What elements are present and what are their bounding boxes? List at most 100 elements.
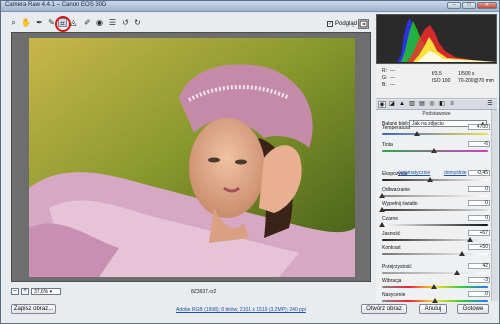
zoom-select[interactable]: 37,6% ▾ xyxy=(31,288,61,295)
slider-value-field[interactable]: 0 xyxy=(468,291,490,297)
slider-thumb[interactable] xyxy=(432,298,438,303)
slider-label: Nasycenie xyxy=(382,292,406,298)
hand-icon[interactable]: ✋ xyxy=(21,18,31,27)
tab-basic[interactable]: ◉ xyxy=(378,101,386,108)
slider-value-field[interactable]: 0 xyxy=(468,200,490,206)
preview-label: Podgląd xyxy=(335,21,358,27)
slider-thumb[interactable] xyxy=(454,270,461,275)
slider-label: Wypełnij światło xyxy=(382,201,418,207)
zoom-controls: – + 37,6% ▾ xyxy=(11,288,61,295)
minimize-button[interactable]: – xyxy=(447,2,461,9)
tab-camera-calibration[interactable]: ◧ xyxy=(438,101,446,108)
retouch-icon[interactable]: ✐ xyxy=(83,18,92,27)
slider-label: Wibracja xyxy=(382,278,402,284)
slider-row: Wibracja -3 xyxy=(382,277,492,292)
photo xyxy=(29,38,355,277)
slider-track[interactable] xyxy=(382,179,488,181)
highlight-circle xyxy=(55,16,71,32)
slider-thumb[interactable] xyxy=(466,237,473,242)
iso: ISO 100 xyxy=(432,78,451,84)
preview-checkbox[interactable]: ✓ xyxy=(327,21,333,27)
camera-raw-window: Camera Raw 4.4.1 – Canon EOS 30D – □ ✕ ⌕… xyxy=(0,0,500,324)
panel-menu-icon[interactable]: ☰ xyxy=(486,101,494,108)
image-preview[interactable] xyxy=(11,32,371,282)
slider-track[interactable] xyxy=(382,253,488,255)
slider-thumb[interactable] xyxy=(379,222,385,227)
r-label: R: xyxy=(382,68,387,74)
slider-label: Jasność xyxy=(382,231,401,237)
histogram xyxy=(376,14,497,64)
slider-value-field[interactable]: +50 xyxy=(468,244,490,250)
slider-label: Przejrzystość xyxy=(382,264,412,270)
tab-hsl[interactable]: ▥ xyxy=(408,101,416,108)
slider-value-field[interactable]: -3 xyxy=(468,277,490,283)
lens: 70-200@70 mm xyxy=(458,78,494,84)
workflow-options-link[interactable]: Adobe RGB (1998); 8 bitów; 2101 x 1519 (… xyxy=(176,307,306,313)
slider-thumb[interactable] xyxy=(413,131,420,136)
tab-tone-curve[interactable]: ◪ xyxy=(388,101,396,108)
window-title: Camera Raw 4.4.1 – Canon EOS 30D xyxy=(5,2,107,8)
preferences-icon[interactable]: ☰ xyxy=(108,18,117,27)
slider-row: Ekspozycja -0,45 xyxy=(382,170,492,185)
slider-value-field[interactable]: +67 xyxy=(468,230,490,236)
slider-value-field[interactable]: 0 xyxy=(468,186,490,192)
r-value: --- xyxy=(390,68,395,74)
white-balance-icon[interactable]: ✒ xyxy=(35,18,44,27)
slider-label: Temperatura xyxy=(382,125,411,131)
title-bar: Camera Raw 4.4.1 – Canon EOS 30D – □ ✕ xyxy=(1,1,499,12)
panel-tabs: ◉ ◪ ▲ ▥ ▤ ◎ ◧ ≡ ☰ xyxy=(376,100,497,110)
slider-thumb[interactable] xyxy=(458,251,465,256)
zoom-icon[interactable]: ⌕ xyxy=(9,18,18,27)
slider-row: Wypełnij światło 0 xyxy=(379,200,492,215)
slider-row: Czarne 0 xyxy=(379,215,492,230)
maximize-button[interactable]: □ xyxy=(462,2,476,9)
redeye-icon[interactable]: ◉ xyxy=(95,18,104,27)
slider-thumb[interactable] xyxy=(430,284,437,289)
fullscreen-button[interactable] xyxy=(358,19,369,29)
right-panel: R: --- G: --- B: --- f/3,5 1/500 s ISO 1… xyxy=(376,14,498,303)
tab-lens[interactable]: ◎ xyxy=(428,101,436,108)
b-label: B: xyxy=(382,82,387,88)
slider-row: Odtwarzanie 0 xyxy=(379,186,492,201)
slider-label: Odtwarzanie xyxy=(382,187,411,193)
close-button[interactable]: ✕ xyxy=(477,2,497,9)
rotate-left-icon[interactable]: ↺ xyxy=(121,18,130,27)
slider-value-field[interactable]: 0 xyxy=(468,215,490,221)
g-value: --- xyxy=(390,75,395,81)
slider-label: Kontrast xyxy=(382,245,401,251)
slider-label: Ekspozycja xyxy=(382,171,408,177)
tab-split-toning[interactable]: ▤ xyxy=(418,101,426,108)
slider-track[interactable] xyxy=(382,133,488,135)
slider-track[interactable] xyxy=(382,224,488,226)
save-image-button[interactable]: Zapisz obraz... xyxy=(11,304,56,314)
panel-scrollbar[interactable] xyxy=(491,110,498,301)
slider-row: Kontrast +50 xyxy=(382,244,492,259)
slider-thumb[interactable] xyxy=(430,148,437,153)
basic-panel: Podstawowe Balans bieli: Jak na zdjęciu▾… xyxy=(376,110,498,303)
slider-track[interactable] xyxy=(382,195,488,197)
slider-track[interactable] xyxy=(382,209,488,211)
slider-track[interactable] xyxy=(382,272,488,274)
tab-presets[interactable]: ≡ xyxy=(448,101,456,108)
panel-title: Podstawowe xyxy=(422,111,451,117)
zoom-out-button[interactable]: – xyxy=(11,288,19,295)
slider-value-field[interactable]: -6 xyxy=(468,141,490,147)
slider-thumb[interactable] xyxy=(426,177,433,182)
slider-row: Tinta -6 xyxy=(382,141,492,156)
camera-info: R: --- G: --- B: --- f/3,5 1/500 s ISO 1… xyxy=(376,65,497,99)
tab-detail[interactable]: ▲ xyxy=(398,101,406,108)
g-label: G: xyxy=(382,75,388,81)
slider-label: Tinta xyxy=(382,142,393,148)
slider-row: Temperatura 4700 xyxy=(382,124,492,139)
slider-value-field[interactable]: 42 xyxy=(468,263,490,269)
slider-row: Nasycenie 0 xyxy=(382,291,492,306)
slider-value-field[interactable]: -0,45 xyxy=(468,170,490,176)
preview-checkbox-row[interactable]: ✓ Podgląd xyxy=(327,21,357,27)
filename: 8Z3637.cr2 xyxy=(191,289,217,295)
slider-thumb[interactable] xyxy=(379,207,385,212)
rotate-right-icon[interactable]: ↻ xyxy=(133,18,142,27)
slider-row: Przejrzystość 42 xyxy=(382,263,492,278)
slider-value-field[interactable]: 4700 xyxy=(468,124,490,130)
zoom-in-button[interactable]: + xyxy=(21,288,29,295)
slider-thumb[interactable] xyxy=(379,193,385,198)
